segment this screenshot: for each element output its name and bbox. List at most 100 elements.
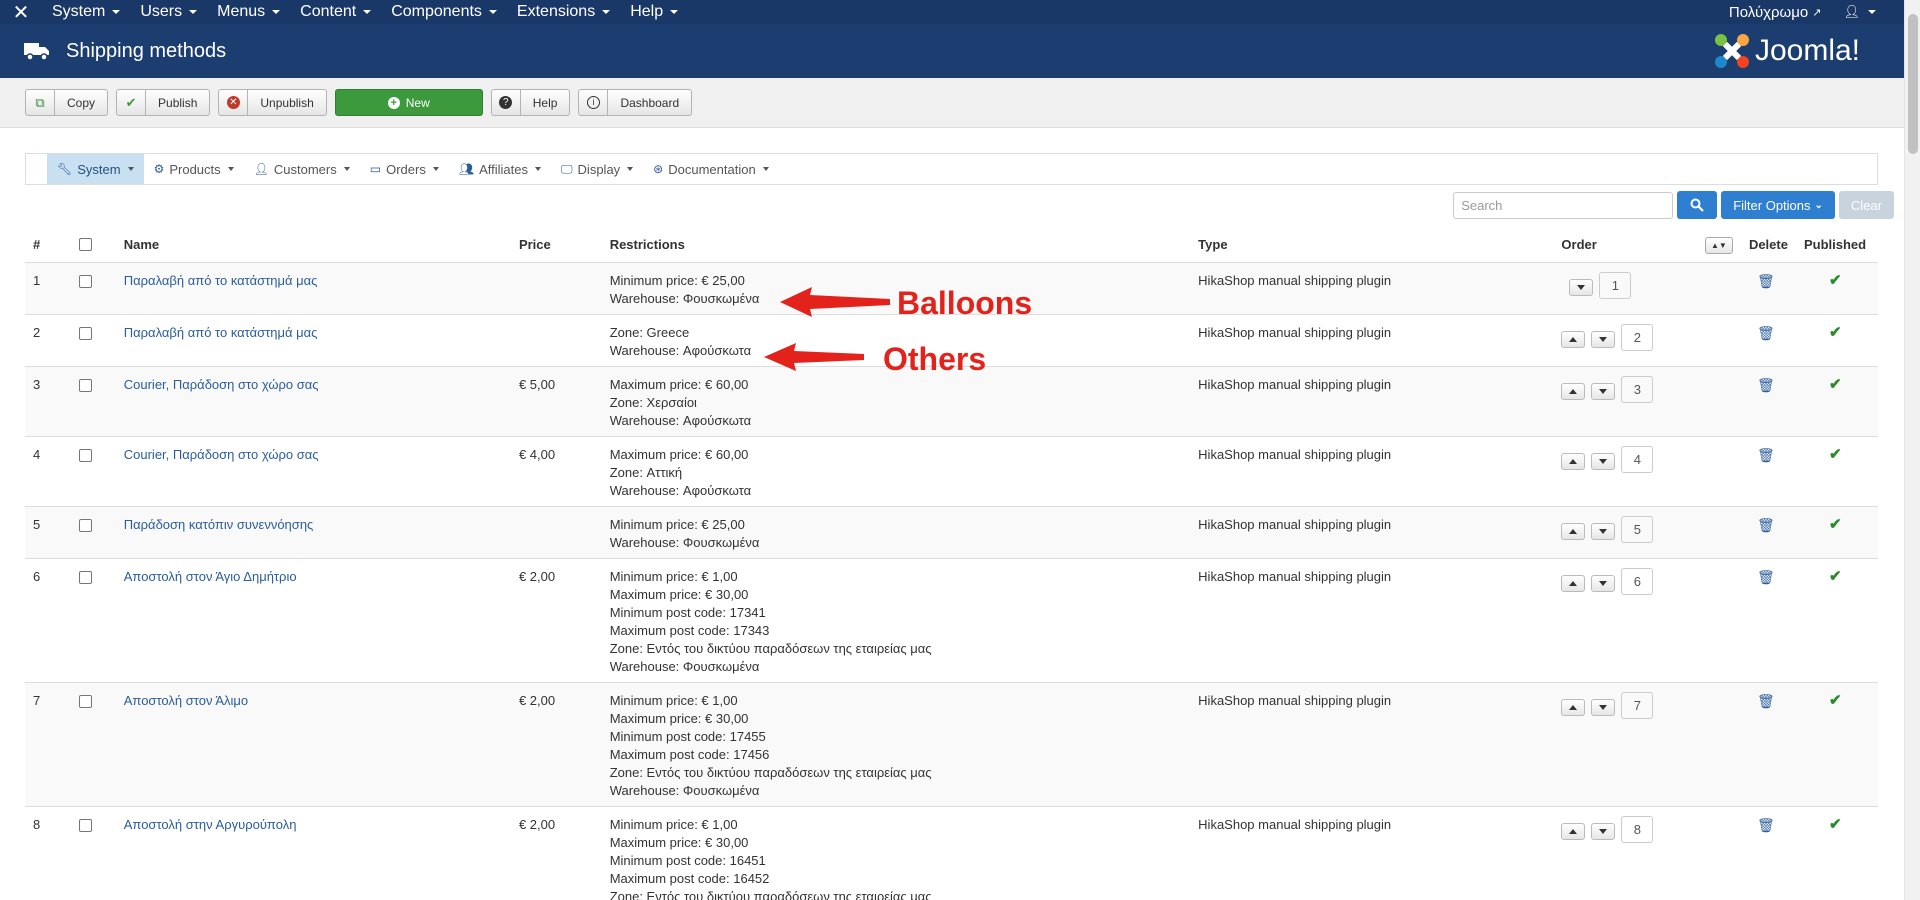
method-type: HikaShop manual shipping plugin xyxy=(1190,681,1554,806)
row-checkbox[interactable] xyxy=(78,570,92,584)
method-name-link[interactable]: Παραλαβή από το κατάστημά μας xyxy=(124,273,318,288)
filter-options-button[interactable]: Filter Options ⌄ xyxy=(1721,191,1835,219)
copy-icon: ⧉ xyxy=(26,90,55,115)
method-name-link[interactable]: Αποστολή στον Άγιο Δημήτριο xyxy=(124,569,297,584)
move-down-button[interactable] xyxy=(1591,822,1616,840)
trash-icon[interactable]: 🗑︎ xyxy=(1749,272,1775,290)
nav-documentation[interactable]: ⊛ Documentation xyxy=(643,154,779,184)
save-order-button[interactable]: ▲▼ xyxy=(1704,236,1733,254)
search-input[interactable] xyxy=(1453,191,1674,219)
order-input[interactable]: 8 xyxy=(1621,815,1654,843)
menu-system[interactable]: System xyxy=(42,0,130,24)
nav-display[interactable]: 🖵︎ Display xyxy=(551,154,643,184)
nav-system[interactable]: 🔧︎ System xyxy=(47,154,144,184)
menu-menus[interactable]: Menus xyxy=(207,0,290,24)
site-link[interactable]: Πολύχρωμο ↗ xyxy=(1729,4,1822,21)
published-check-icon[interactable]: ✔ xyxy=(1804,446,1842,464)
row-checkbox[interactable] xyxy=(78,378,92,392)
move-up-button[interactable] xyxy=(1561,822,1586,840)
nav-orders[interactable]: ▭ Orders xyxy=(360,154,449,184)
trash-icon[interactable]: 🗑︎ xyxy=(1749,568,1775,586)
method-name-link[interactable]: Παράδοση κατόπιν συνεννόησης xyxy=(124,517,314,532)
move-down-button[interactable] xyxy=(1591,382,1616,400)
order-input[interactable]: 6 xyxy=(1621,567,1654,595)
row-checkbox[interactable] xyxy=(78,274,92,288)
move-up-button[interactable] xyxy=(1561,382,1586,400)
search-button[interactable] xyxy=(1677,191,1718,219)
menu-components[interactable]: Components xyxy=(381,0,507,24)
order-input[interactable]: 1 xyxy=(1599,271,1632,299)
menu-content[interactable]: Content xyxy=(290,0,381,24)
user-menu[interactable]: 👤︎ xyxy=(1843,4,1876,20)
published-check-icon[interactable]: ✔ xyxy=(1804,272,1842,290)
col-price[interactable]: Price xyxy=(511,228,602,262)
move-up-button[interactable] xyxy=(1561,452,1586,470)
vertical-scrollbar[interactable] xyxy=(1904,0,1920,900)
joomla-logo-icon[interactable]: ✕ xyxy=(0,0,42,24)
move-down-button[interactable] xyxy=(1591,330,1616,348)
trash-icon[interactable]: 🗑︎ xyxy=(1749,324,1775,342)
published-check-icon[interactable]: ✔ xyxy=(1804,324,1842,342)
trash-icon[interactable]: 🗑︎ xyxy=(1749,516,1775,534)
chevron-down-icon: ⌄ xyxy=(1814,199,1823,211)
menu-extensions[interactable]: Extensions xyxy=(507,0,620,24)
scrollbar-thumb[interactable] xyxy=(1908,14,1918,154)
trash-icon[interactable]: 🗑︎ xyxy=(1749,446,1775,464)
move-up-button[interactable] xyxy=(1561,574,1586,592)
nav-customers[interactable]: 👤︎ Customers xyxy=(244,154,360,184)
order-input[interactable]: 7 xyxy=(1621,691,1654,719)
method-name-link[interactable]: Αποστολή στον Άλιμο xyxy=(124,693,248,708)
select-all-checkbox[interactable] xyxy=(78,238,92,252)
new-button[interactable]: + New xyxy=(334,89,483,116)
published-check-icon[interactable]: ✔ xyxy=(1804,568,1842,586)
move-up-button[interactable] xyxy=(1561,522,1586,540)
method-name-link[interactable]: Courier, Παράδοση στο χώρο σας xyxy=(124,447,319,462)
move-down-button[interactable] xyxy=(1591,452,1616,470)
row-checkbox[interactable] xyxy=(78,518,92,532)
published-check-icon[interactable]: ✔ xyxy=(1804,516,1842,534)
move-up-button[interactable] xyxy=(1561,698,1586,716)
row-checkbox[interactable] xyxy=(78,448,92,462)
arrow-down-icon xyxy=(1599,828,1608,834)
move-down-button[interactable] xyxy=(1591,698,1616,716)
arrow-up-icon xyxy=(1569,580,1578,586)
move-up-button[interactable] xyxy=(1561,330,1586,348)
method-name-link[interactable]: Παραλαβή από το κατάστημά μας xyxy=(124,325,318,340)
method-price: € 2,00 xyxy=(510,681,602,806)
move-down-button[interactable] xyxy=(1569,278,1594,296)
nav-affiliates[interactable]: 👥︎ Affiliates xyxy=(449,154,551,184)
publish-button[interactable]: ✔ Publish xyxy=(116,89,211,116)
help-button[interactable]: ? Help xyxy=(490,89,571,116)
col-type[interactable]: Type xyxy=(1190,228,1553,262)
col-published[interactable]: Published xyxy=(1796,228,1878,262)
row-checkbox[interactable] xyxy=(78,818,92,832)
trash-icon[interactable]: 🗑︎ xyxy=(1749,692,1775,710)
arrow-down-icon xyxy=(1599,704,1608,710)
method-name-link[interactable]: Courier, Παράδοση στο χώρο σας xyxy=(124,377,319,392)
published-check-icon[interactable]: ✔ xyxy=(1804,376,1842,394)
table-row: 7 Αποστολή στον Άλιμο € 2,00 Minimum pri… xyxy=(25,681,1878,806)
user-icon: 👤︎ xyxy=(253,162,269,176)
order-input[interactable]: 4 xyxy=(1621,445,1654,473)
move-down-button[interactable] xyxy=(1591,574,1616,592)
move-down-button[interactable] xyxy=(1591,522,1616,540)
col-order[interactable]: Order xyxy=(1553,228,1697,262)
order-input[interactable]: 3 xyxy=(1621,375,1654,403)
dashboard-button[interactable]: i Dashboard xyxy=(578,89,693,116)
order-input[interactable]: 2 xyxy=(1621,323,1654,351)
row-checkbox[interactable] xyxy=(78,326,92,340)
method-name-link[interactable]: Αποστολή στην Αργυρούπολη xyxy=(124,817,297,832)
nav-products[interactable]: ⚙︎ Products xyxy=(144,154,244,184)
row-checkbox[interactable] xyxy=(78,694,92,708)
trash-icon[interactable]: 🗑︎ xyxy=(1749,816,1775,834)
menu-help[interactable]: Help xyxy=(620,0,688,24)
clear-button[interactable]: Clear xyxy=(1838,191,1894,219)
copy-button[interactable]: ⧉ Copy xyxy=(25,89,109,116)
col-name[interactable]: Name xyxy=(116,228,511,262)
order-input[interactable]: 5 xyxy=(1621,515,1654,543)
trash-icon[interactable]: 🗑︎ xyxy=(1749,376,1775,394)
published-check-icon[interactable]: ✔ xyxy=(1804,692,1842,710)
published-check-icon[interactable]: ✔ xyxy=(1804,816,1842,834)
menu-users[interactable]: Users xyxy=(130,0,207,24)
unpublish-button[interactable]: ✕ Unpublish xyxy=(218,89,327,116)
